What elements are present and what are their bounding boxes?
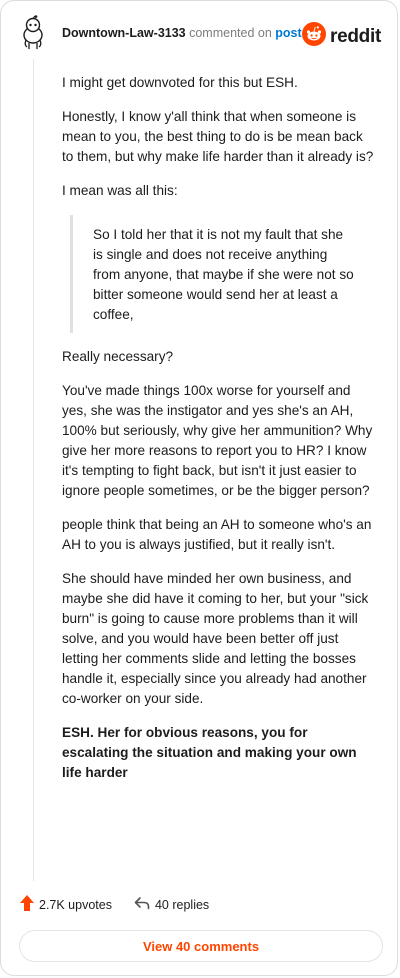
- comment-paragraph: people think that being an AH to someone…: [62, 517, 372, 552]
- post-link[interactable]: post: [275, 26, 301, 40]
- comment-header: Downtown-Law-3133 commented on post: [62, 26, 302, 40]
- username-link[interactable]: Downtown-Law-3133: [62, 26, 186, 40]
- conclusion-paragraph: ESH. Her for obvious reasons, you for es…: [62, 725, 357, 780]
- snoo-avatar-icon[interactable]: [15, 15, 51, 51]
- blockquote: So I told her that it is not my fault th…: [70, 215, 355, 333]
- comment-card: Downtown-Law-3133 commented on post redd…: [0, 0, 398, 976]
- comment-paragraph: I might get downvoted for this but ESH.: [62, 75, 298, 90]
- comment-paragraph: She should have minded her own business,…: [62, 571, 369, 706]
- upvote-arrow-icon: [19, 894, 35, 915]
- replies-count: 40 replies: [154, 897, 210, 912]
- reddit-logo-icon: [302, 22, 327, 51]
- quote-text: So I told her that it is not my fault th…: [93, 227, 354, 322]
- reply-arrow-icon: [134, 896, 150, 913]
- comment-paragraph: You've made things 100x worse for yourse…: [62, 383, 373, 498]
- comment-paragraph: I mean was all this:: [62, 183, 178, 198]
- comment-footer: 2.7K upvotes 40 replies: [19, 894, 209, 915]
- reddit-brand[interactable]: reddit: [302, 22, 381, 51]
- comment-paragraph: Really necessary?: [62, 349, 174, 364]
- replies-button[interactable]: 40 replies: [134, 896, 209, 913]
- brand-wordmark: reddit: [330, 25, 381, 47]
- upvote-button[interactable]: 2.7K upvotes: [19, 894, 112, 915]
- commented-on-text: commented on: [189, 26, 272, 40]
- upvote-count: 2.7K upvotes: [39, 897, 112, 912]
- view-comments-button[interactable]: View 40 comments: [19, 930, 383, 962]
- comment-body: I might get downvoted for this but ESH. …: [62, 73, 374, 797]
- comment-paragraph: Honestly, I know y'all think that when s…: [62, 109, 374, 164]
- thread-line[interactable]: [33, 59, 34, 881]
